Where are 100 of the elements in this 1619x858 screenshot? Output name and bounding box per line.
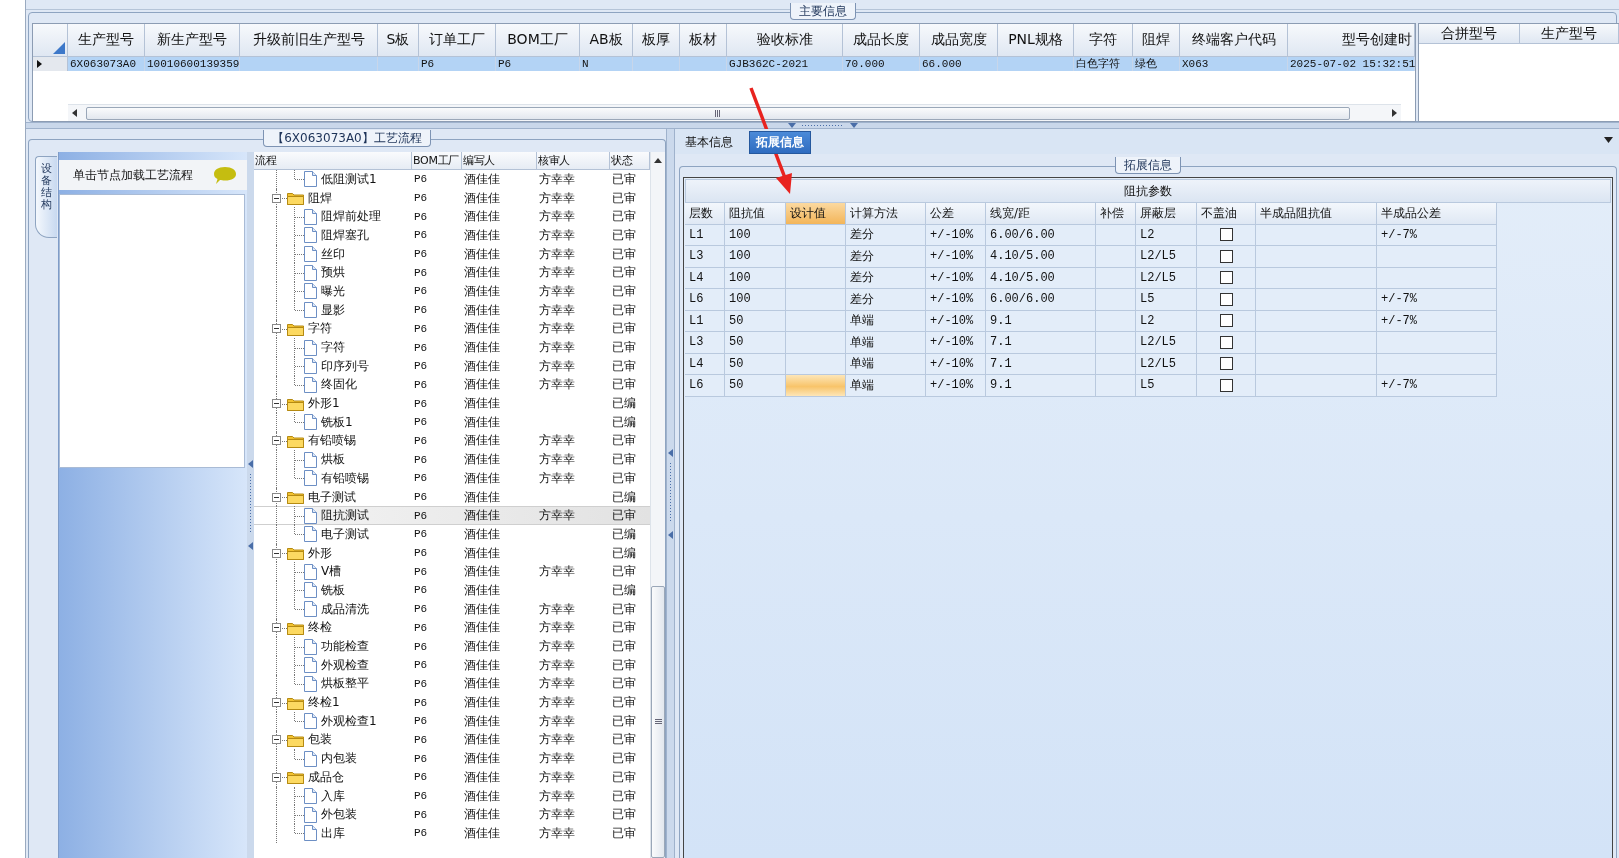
tree-node-label[interactable]: 阻抗测试 xyxy=(321,507,369,525)
tree-row[interactable]: 终检 P6 酒佳佳 方幸幸 已审 xyxy=(254,618,650,638)
minus-box-icon[interactable] xyxy=(272,548,281,558)
tree-node-label[interactable]: 铣板 xyxy=(321,581,345,599)
table-cell[interactable] xyxy=(786,224,846,246)
horizontal-scrollbar[interactable] xyxy=(68,104,1401,121)
checkbox[interactable] xyxy=(1219,378,1233,392)
column-header[interactable]: 成品长度 xyxy=(843,24,920,57)
tree-row[interactable]: 字符 P6 酒佳佳 方幸幸 已审 xyxy=(254,319,650,339)
tree-row[interactable]: 包装 P6 酒佳佳 方幸幸 已审 xyxy=(254,730,650,750)
column-header[interactable]: 计算方法 xyxy=(846,203,926,225)
tree-node-label[interactable]: 铣板1 xyxy=(321,413,353,431)
column-header[interactable]: BOM工厂 xyxy=(412,152,462,170)
tree-node-label[interactable]: 外观检查1 xyxy=(321,712,377,730)
tree-node-label[interactable]: 电子测试 xyxy=(321,525,369,543)
tree-row[interactable]: 内包装 P6 酒佳佳 方幸幸 已审 xyxy=(254,749,650,768)
tab[interactable]: 拓展信息 xyxy=(749,131,811,154)
tree-node-label[interactable]: 曝光 xyxy=(321,282,345,300)
checkbox[interactable] xyxy=(1219,228,1233,242)
table-cell[interactable] xyxy=(786,375,846,397)
tree-node-label[interactable]: 内包装 xyxy=(321,750,357,768)
column-header[interactable]: 公差 xyxy=(926,203,986,225)
tree-node-label[interactable]: 功能检查 xyxy=(321,638,369,656)
column-header[interactable]: 生产型号 xyxy=(68,24,145,57)
tree-node-label[interactable]: 终检 xyxy=(308,619,332,637)
minus-box-icon[interactable] xyxy=(272,772,281,782)
column-header[interactable]: 升级前旧生产型号 xyxy=(240,24,378,57)
tree-row[interactable]: 丝印 P6 酒佳佳 方幸幸 已审 xyxy=(254,244,650,264)
table-cell[interactable] xyxy=(786,332,846,354)
column-header[interactable]: 编写人 xyxy=(462,152,537,170)
tree-node-label[interactable]: 字符 xyxy=(308,320,332,338)
checkbox[interactable] xyxy=(1219,249,1233,263)
tree-row[interactable]: 外观检查 P6 酒佳佳 方幸幸 已审 xyxy=(254,655,650,675)
tree-row[interactable]: 铣板1 P6 酒佳佳 已编 xyxy=(254,412,650,432)
tree-node-label[interactable]: 预烘 xyxy=(321,264,345,282)
column-header[interactable]: 字符 xyxy=(1074,24,1133,57)
tree-row[interactable]: 有铅喷锡 P6 酒佳佳 方幸幸 已审 xyxy=(254,469,650,488)
column-header[interactable]: 成品宽度 xyxy=(920,24,998,57)
tree-node-label[interactable]: 阻焊前处理 xyxy=(321,208,381,226)
tree-row[interactable]: 外形1 P6 酒佳佳 已编 xyxy=(254,394,650,413)
tree-row[interactable]: 入库 P6 酒佳佳 方幸幸 已审 xyxy=(254,786,650,806)
minus-box-icon[interactable] xyxy=(272,698,281,708)
tree-node-label[interactable]: 显影 xyxy=(321,301,345,319)
tree-node-label[interactable]: 印序列号 xyxy=(321,357,369,375)
tree-row[interactable]: 终固化 P6 酒佳佳 方幸幸 已审 xyxy=(254,375,650,395)
tree-node-label[interactable]: 阻焊塞孔 xyxy=(321,226,369,244)
tree-node-label[interactable]: 外形 xyxy=(308,544,332,562)
tree-row[interactable]: 烘板 P6 酒佳佳 方幸幸 已审 xyxy=(254,450,650,469)
grid-row[interactable]: 6X063073A0 10010600139359 P6 P6 N GJB362C-2021 70.000 66.000 白色字符 绿色 X063 2025-07-02 15:32:51 xyxy=(33,57,1415,71)
column-header[interactable]: 流程 xyxy=(254,152,412,170)
splitter-handle[interactable] xyxy=(26,122,1619,129)
tree-node-label[interactable]: 终固化 xyxy=(321,376,357,394)
column-header[interactable]: 板厚 xyxy=(633,24,680,57)
minus-box-icon[interactable] xyxy=(272,735,281,745)
column-header[interactable]: S板 xyxy=(378,24,419,57)
vertical-scrollbar[interactable] xyxy=(650,152,665,858)
tree-node-label[interactable]: 外观检查 xyxy=(321,656,369,674)
column-header[interactable]: 状态 xyxy=(610,152,650,170)
checkbox[interactable] xyxy=(1219,271,1233,285)
tree-node-label[interactable]: 字符 xyxy=(321,339,345,357)
tree-row[interactable]: 外形 P6 酒佳佳 已编 xyxy=(254,543,650,563)
column-header[interactable]: 板材 xyxy=(680,24,727,57)
tree-row[interactable]: 阻焊 P6 酒佳佳 方幸幸 已审 xyxy=(254,188,650,208)
minus-box-icon[interactable] xyxy=(272,623,281,633)
column-header[interactable]: 阻焊 xyxy=(1133,24,1180,57)
scroll-up-icon[interactable] xyxy=(654,157,662,163)
tree-row[interactable]: 成品仓 P6 酒佳佳 方幸幸 已审 xyxy=(254,768,650,787)
tree-node-label[interactable]: 出库 xyxy=(321,824,345,842)
tree-row[interactable]: 铣板 P6 酒佳佳 已编 xyxy=(254,581,650,600)
column-header[interactable]: 订单工厂 xyxy=(419,24,496,57)
column-header[interactable]: BOM工厂 xyxy=(496,24,580,57)
table-cell[interactable] xyxy=(786,246,846,268)
tree-row[interactable]: 阻抗测试 P6 酒佳佳 方幸幸 已审 xyxy=(254,506,650,526)
tree-node-label[interactable]: 外包装 xyxy=(321,806,357,824)
column-header[interactable]: 新生产型号 xyxy=(145,24,240,57)
tree-node-label[interactable]: 有铅喷锡 xyxy=(308,432,356,450)
tree-row[interactable]: 电子测试 P6 酒佳佳 已编 xyxy=(254,525,650,544)
column-header[interactable]: 半成品公差 xyxy=(1377,203,1497,225)
checkbox[interactable] xyxy=(1219,335,1233,349)
minus-box-icon[interactable] xyxy=(272,436,281,446)
tree-node-label[interactable]: 包装 xyxy=(308,731,332,749)
tree-node-label[interactable]: 电子测试 xyxy=(308,488,356,506)
column-header[interactable]: 半成品阻抗值 xyxy=(1256,203,1377,225)
tree-row[interactable]: 曝光 P6 酒佳佳 方幸幸 已审 xyxy=(254,282,650,301)
tree-node-label[interactable]: 外形1 xyxy=(308,395,340,413)
tree-row[interactable]: 字符 P6 酒佳佳 方幸幸 已审 xyxy=(254,338,650,357)
tree-row[interactable]: 印序列号 P6 酒佳佳 方幸幸 已审 xyxy=(254,356,650,376)
minus-box-icon[interactable] xyxy=(272,324,281,334)
column-header[interactable]: 补偿 xyxy=(1096,203,1136,225)
checkbox[interactable] xyxy=(1219,357,1233,371)
tree-row[interactable]: 外观检查1 P6 酒佳佳 方幸幸 已审 xyxy=(254,711,650,731)
tree-node-label[interactable]: 有铅喷锡 xyxy=(321,469,369,487)
column-header[interactable]: 核审人 xyxy=(537,152,610,170)
dropdown-caret-icon[interactable] xyxy=(1604,137,1613,143)
table-cell[interactable] xyxy=(786,310,846,332)
scrollbar-thumb[interactable] xyxy=(651,586,665,858)
column-header[interactable]: 层数 xyxy=(685,203,725,225)
table-cell[interactable] xyxy=(786,267,846,289)
checkbox[interactable] xyxy=(1219,314,1233,328)
tree-node-label[interactable]: 阻焊 xyxy=(308,189,332,207)
